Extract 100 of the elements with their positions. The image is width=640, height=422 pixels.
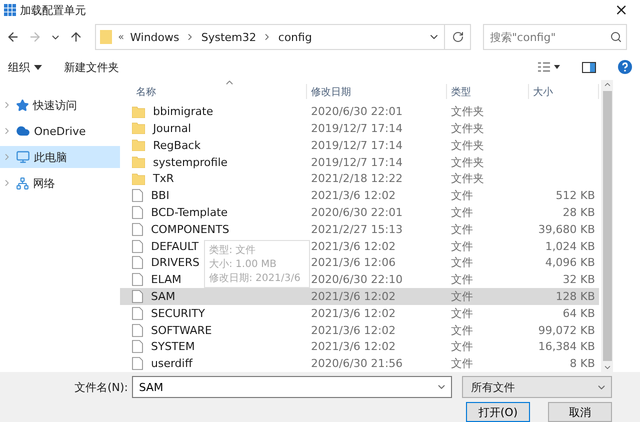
type-cell-text: 文件	[450, 322, 474, 338]
breadcrumb[interactable]: Windows	[130, 30, 180, 44]
open-button[interactable]: 打开(O)	[466, 402, 530, 422]
size-cell-text: 128 KB	[554, 290, 596, 303]
scrollbar-thumb[interactable]	[602, 91, 612, 361]
date-cell-text: 2021/3/6 12:02	[310, 189, 397, 202]
up-arrow-icon	[69, 30, 83, 44]
type-cell-text: 文件	[450, 188, 474, 204]
date-cell-text: 2021/3/6 12:06	[310, 256, 397, 270]
cloud-icon	[16, 124, 30, 138]
type-cell-text: 文件	[450, 204, 474, 220]
close-button[interactable]: ×	[610, 2, 632, 18]
folder-icon	[100, 30, 112, 44]
address-bar[interactable]: « Windows System32 config	[95, 24, 445, 50]
date-cell-text: 2020/6/30 21:56	[310, 357, 404, 370]
filename-label: 文件名(N):	[74, 380, 128, 394]
file-name[interactable]: RegBack	[132, 136, 201, 154]
file-name[interactable]: DRIVERS	[132, 254, 200, 272]
file-icon	[132, 306, 143, 320]
column-header[interactable]: 修改日期	[307, 84, 447, 100]
file-icon	[132, 240, 143, 253]
tooltip-line: 类型: 文件	[209, 244, 257, 257]
file-name[interactable]: SAM	[132, 288, 176, 305]
column-header[interactable]: 大小	[529, 84, 599, 100]
date-cell-text: 2021/2/27 15:13	[310, 222, 404, 236]
sidebar-item[interactable]: 网络	[0, 172, 120, 194]
date-cell-text: 2021/3/6 12:02	[310, 240, 397, 253]
filename-field[interactable]: SAM	[132, 376, 452, 398]
sidebar-item[interactable]: 快速访问	[0, 94, 120, 116]
search-icon	[610, 31, 622, 43]
file-icon	[132, 189, 143, 202]
sidebar-item[interactable]: 此电脑	[0, 146, 120, 168]
window-title: 加载配置单元	[20, 2, 87, 18]
date-cell-text: 2020/6/30 22:10	[310, 273, 404, 286]
help-icon[interactable]	[618, 60, 632, 74]
date-cell-text: 2021/3/6 12:02	[310, 340, 397, 354]
file-name[interactable]: Journal	[132, 120, 192, 137]
file-name[interactable]: SYSTEM	[132, 338, 195, 356]
date-cell-text: 2021/3/6 12:02	[310, 306, 397, 320]
search-field[interactable]: 搜索"config"	[483, 24, 627, 50]
network-icon	[16, 176, 29, 190]
folder-icon	[132, 172, 145, 185]
type-cell-text: 文件夹	[450, 171, 485, 186]
date-cell-text: 2020/6/30 22:01	[310, 206, 404, 219]
file-name[interactable]: userdiff	[132, 355, 192, 372]
size-cell-text: 64 KB	[562, 306, 596, 320]
type-cell-text: 文件	[450, 356, 474, 372]
size-cell-text: 4,096 KB	[544, 256, 596, 270]
scroll-down-icon[interactable]	[602, 363, 612, 372]
file-name[interactable]: ELAM	[132, 271, 182, 288]
refresh-button[interactable]	[445, 24, 471, 50]
date-cell-text: 2019/12/7 17:14	[310, 138, 404, 152]
size-cell-text: 1,024 KB	[544, 240, 596, 253]
file-name[interactable]: COMPONENTS	[132, 220, 230, 238]
breadcrumb[interactable]: System32	[201, 30, 256, 44]
tooltip-line: 大小: 1.00 MB	[209, 258, 278, 271]
file-name[interactable]: SOFTWARE	[132, 322, 212, 338]
organize-menu[interactable]: 组织	[8, 60, 42, 74]
file-icon	[132, 206, 143, 219]
type-cell-text: 文件	[450, 238, 474, 254]
file-name[interactable]: systemprofile	[132, 154, 228, 170]
type-cell-text: 文件	[450, 222, 474, 237]
file-type-dropdown[interactable]: 所有文件	[462, 376, 612, 398]
date-cell-text: 2019/12/7 17:14	[310, 122, 404, 135]
cancel-button[interactable]: 取消	[548, 402, 612, 422]
preview-pane-icon[interactable]	[582, 62, 596, 72]
type-cell-text: 文件	[450, 272, 474, 288]
breadcrumb[interactable]: config	[278, 30, 312, 44]
new-folder-button[interactable]: 新建文件夹	[64, 60, 119, 74]
star-icon	[16, 98, 29, 112]
size-cell-text: 32 KB	[562, 273, 596, 286]
size-cell-text: 16,384 KB	[537, 340, 596, 354]
file-name[interactable]: BBI	[132, 187, 170, 204]
folder-icon	[132, 106, 145, 118]
caret-icon	[34, 64, 42, 70]
file-icon	[132, 256, 143, 270]
type-cell-text: 文件夹	[450, 120, 485, 136]
file-name[interactable]: bbimigrate	[132, 103, 214, 120]
file-name[interactable]: BCD-Template	[132, 204, 228, 221]
scroll-up-icon[interactable]	[602, 80, 612, 89]
folder-icon	[132, 139, 145, 152]
overflow-indicator[interactable]: «	[118, 32, 124, 42]
file-icon	[132, 324, 143, 336]
monitor-icon	[16, 150, 30, 164]
sidebar-item[interactable]: OneDrive	[0, 120, 120, 142]
refresh-icon	[452, 31, 464, 43]
folder-icon	[132, 122, 145, 134]
file-name[interactable]: DEFAULT	[132, 238, 199, 254]
file-name[interactable]: SECURITY	[132, 304, 205, 322]
date-cell-text: 2020/6/30 22:01	[310, 105, 404, 118]
scrollbar[interactable]	[601, 80, 613, 372]
file-name[interactable]: TxR	[132, 170, 174, 188]
column-header[interactable]: 类型	[447, 84, 529, 100]
column-header[interactable]: 名称	[132, 84, 307, 100]
type-cell-text: 文件夹	[450, 138, 485, 153]
view-options-icon[interactable]	[538, 62, 560, 72]
type-cell-text: 文件夹	[450, 104, 485, 120]
file-icon	[132, 357, 143, 370]
type-cell-text: 文件	[450, 255, 474, 270]
size-cell-text: 8 KB	[568, 357, 596, 370]
